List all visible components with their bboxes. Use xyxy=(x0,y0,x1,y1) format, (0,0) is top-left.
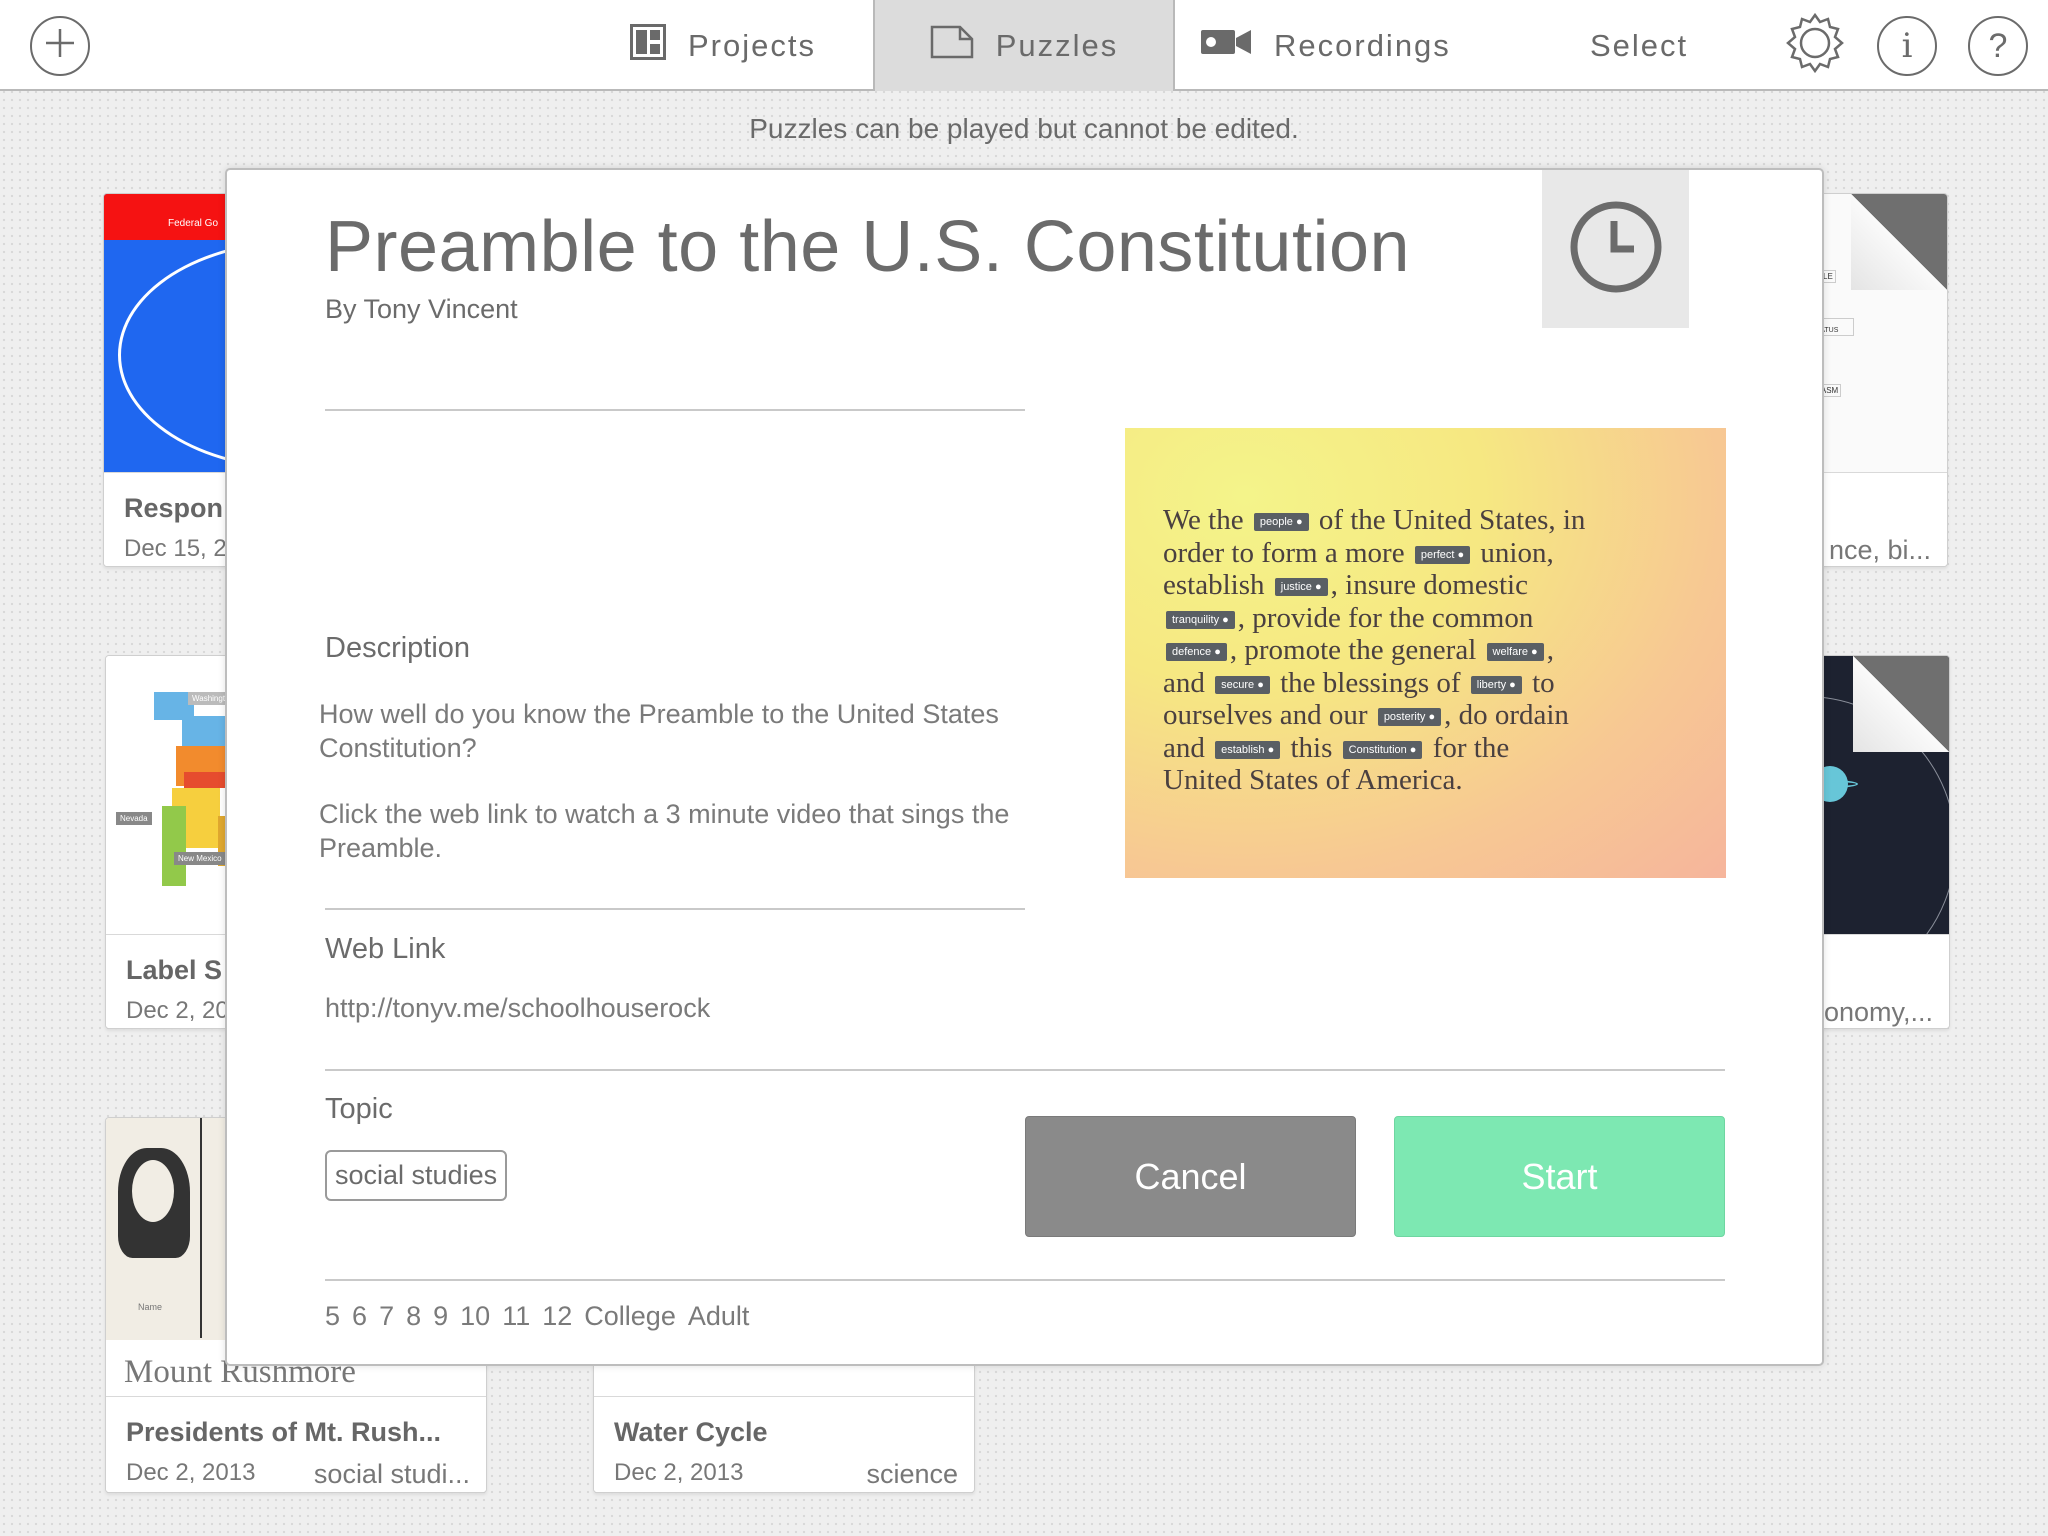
card-title: Water Cycle xyxy=(614,1417,768,1447)
grade-level: 11 xyxy=(502,1301,531,1331)
help-icon: ? xyxy=(1988,27,2008,65)
select-button[interactable]: Select xyxy=(1590,28,1688,64)
page-curl-icon xyxy=(1853,656,1949,752)
top-toolbar: Projects Puzzles Recordings Select i ? xyxy=(0,0,2048,91)
grade-level: Adult xyxy=(687,1301,750,1331)
help-button[interactable]: ? xyxy=(1968,16,2028,76)
answer-blank: defence ● xyxy=(1166,643,1227,661)
topic-label: Topic xyxy=(325,1093,393,1125)
puzzle-detail-dialog: Preamble to the U.S. Constitution By Ton… xyxy=(225,168,1824,1366)
info-icon: i xyxy=(1901,26,1913,66)
projects-grid-icon xyxy=(630,23,666,68)
tab-recordings[interactable]: Recordings xyxy=(1200,0,1451,91)
card-topic: onomy,... xyxy=(1823,997,1933,1027)
puzzle-page-icon xyxy=(930,25,974,67)
card-title: Respon xyxy=(124,493,224,523)
grade-level: 9 xyxy=(433,1301,449,1331)
start-button-label: Start xyxy=(1521,1155,1598,1197)
grade-level: College xyxy=(584,1301,676,1331)
answer-blank: welfare ● xyxy=(1486,643,1544,661)
grade-level: 7 xyxy=(379,1301,395,1331)
divider xyxy=(325,409,1025,411)
settings-button[interactable] xyxy=(1785,12,1845,76)
grade-level: 10 xyxy=(460,1301,491,1331)
add-button[interactable] xyxy=(30,16,90,76)
divider xyxy=(325,1069,1725,1071)
topic-tag: social studies xyxy=(325,1150,508,1201)
web-link-label: Web Link xyxy=(325,933,446,965)
answer-blank: establish ● xyxy=(1215,740,1281,759)
passage-text: We the xyxy=(1163,504,1251,536)
card-thumb-banner: Federal Go xyxy=(168,218,219,229)
passage-text: , insure domestic xyxy=(1330,569,1528,601)
web-link[interactable]: http://tonyv.me/schoolhouserock xyxy=(325,993,710,1024)
card-thumb-label: New Mexico xyxy=(174,852,226,865)
card-title: Label S xyxy=(126,955,223,985)
cancel-button[interactable]: Cancel xyxy=(1025,1116,1356,1237)
info-button[interactable]: i xyxy=(1877,16,1937,76)
puzzles-notice: Puzzles can be played but cannot be edit… xyxy=(749,113,1299,144)
start-button[interactable]: Start xyxy=(1394,1116,1725,1237)
plus-icon xyxy=(43,26,77,67)
answer-blank: liberty ● xyxy=(1470,675,1522,694)
puzzle-preview-image: We the people ● of the United States, in… xyxy=(1125,428,1726,878)
answer-blank: tranquility ● xyxy=(1166,610,1235,629)
divider xyxy=(325,1279,1725,1281)
gear-icon xyxy=(1783,11,1847,82)
passage-text: this xyxy=(1283,731,1340,764)
answer-blank: people ● xyxy=(1253,513,1309,531)
puzzle-author: By Tony Vincent xyxy=(325,294,518,324)
puzzle-title: Preamble to the U.S. Constitution xyxy=(325,207,1411,287)
page-curl-icon xyxy=(1851,194,1947,290)
card-title: Presidents of Mt. Rush... xyxy=(126,1417,442,1447)
video-camera-icon xyxy=(1200,28,1252,64)
tab-projects-label: Projects xyxy=(688,27,816,63)
grade-levels: 5 6 7 8 9 10 11 12 College Adult xyxy=(325,1301,749,1332)
answer-blank: secure ● xyxy=(1215,675,1270,694)
card-topic: science xyxy=(866,1459,958,1489)
history-button[interactable] xyxy=(1542,170,1689,328)
card-thumb-label: Nevada xyxy=(116,812,152,825)
answer-blank: posterity ● xyxy=(1377,708,1442,726)
grade-level: 12 xyxy=(542,1301,573,1331)
description-text: Click the web link to watch a 3 minute v… xyxy=(319,799,1010,863)
grade-level: 8 xyxy=(406,1301,422,1331)
preview-passage: We the people ● of the United States, in… xyxy=(1163,504,1703,797)
card-date: Dec 15, 2 xyxy=(124,535,227,562)
tab-projects[interactable]: Projects xyxy=(630,0,816,91)
description-text: How well do you know the Preamble to the… xyxy=(319,699,999,763)
passage-text: , promote the general xyxy=(1229,634,1484,666)
clock-icon xyxy=(1568,199,1664,300)
passage-text: , provide for the common xyxy=(1237,601,1534,634)
card-thumb-caption: Name xyxy=(138,1302,163,1312)
cancel-button-label: Cancel xyxy=(1134,1155,1247,1197)
answer-blank: justice ● xyxy=(1274,578,1328,596)
answer-blank: Constitution ● xyxy=(1342,740,1423,759)
grade-level: 5 xyxy=(325,1301,341,1331)
tab-puzzles[interactable]: Puzzles xyxy=(873,0,1175,91)
card-date: Dec 2, 2013 xyxy=(614,1459,744,1486)
tab-recordings-label: Recordings xyxy=(1274,27,1451,63)
description-label: Description xyxy=(325,632,471,664)
card-date: Dec 2, 2013 xyxy=(126,1459,256,1486)
card-topic: social studi... xyxy=(313,1459,470,1489)
divider xyxy=(325,908,1025,910)
tab-puzzles-label: Puzzles xyxy=(995,27,1119,63)
grade-level: 6 xyxy=(352,1301,368,1331)
passage-text: the blessings of xyxy=(1272,666,1468,699)
answer-blank: perfect ● xyxy=(1414,545,1471,564)
card-topic: nce, bi... xyxy=(1828,535,1931,565)
card-date: Dec 2, 20 xyxy=(126,997,229,1024)
